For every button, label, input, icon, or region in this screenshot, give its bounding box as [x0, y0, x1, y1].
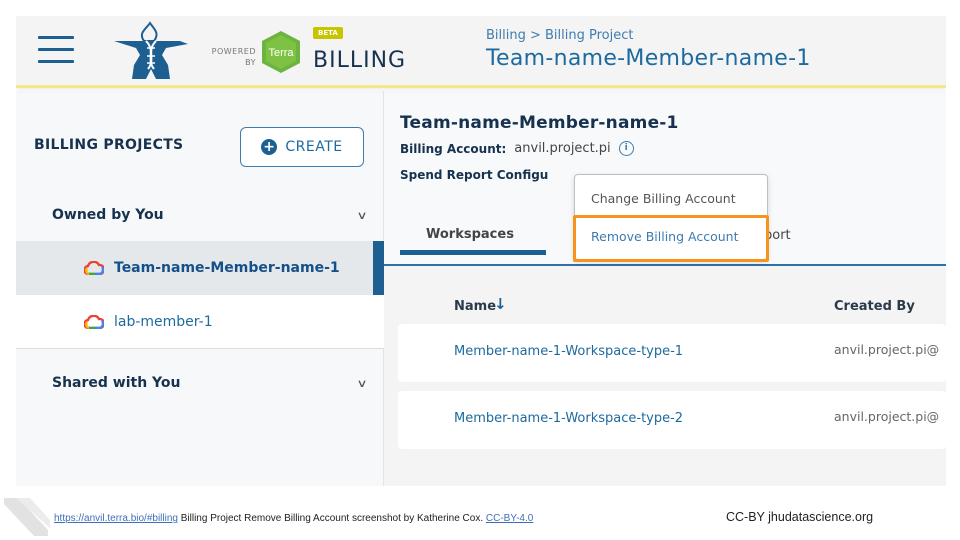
top-header: POWERED BY Terra BETA BILLING Billing > … [16, 16, 946, 88]
create-label: CREATE [285, 139, 343, 155]
tab-workspaces[interactable]: Workspaces [426, 227, 514, 242]
app-window: POWERED BY Terra BETA BILLING Billing > … [16, 16, 946, 486]
table-row: Member-name-1-Workspace-type-2 anvil.pro… [398, 391, 946, 449]
google-cloud-icon [84, 314, 104, 329]
sort-descending-icon[interactable]: ↓ [494, 295, 507, 313]
spend-report-config-label: Spend Report Configu [400, 168, 549, 182]
billing-account-value: anvil.project.pi [514, 141, 611, 156]
project-title: Team-name-Member-name-1 [400, 113, 679, 133]
billing-account-label: Billing Account: [400, 141, 507, 156]
column-header-name[interactable]: Name [454, 299, 496, 314]
footer-caption: https://anvil.terra.bio/#billing Billing… [54, 513, 533, 524]
page-title: Team-name-Member-name-1 [486, 46, 811, 71]
powered-by-label: POWERED BY [204, 46, 256, 68]
terra-logo: Terra [262, 31, 300, 73]
chevron-down-icon[interactable]: ∨ [356, 377, 367, 390]
terra-text: Terra [268, 47, 294, 59]
chevron-down-icon[interactable]: ∨ [356, 209, 367, 222]
by-text: BY [245, 58, 256, 67]
breadcrumb[interactable]: Billing > Billing Project [486, 28, 633, 43]
created-by-value: anvil.project.pi@ [834, 409, 940, 424]
section-shared-with-you[interactable]: Shared with You [52, 375, 181, 391]
footer-credit: CC-BY jhudatascience.org [726, 510, 874, 524]
project-label: Team-name-Member-name-1 [114, 260, 340, 276]
created-by-value: anvil.project.pi@ [834, 342, 940, 357]
anvil-logo[interactable] [110, 21, 192, 83]
sidebar-item-lab-member-1[interactable]: lab-member-1 [16, 295, 384, 349]
sidebar-item-team-name-member-name-1[interactable]: Team-name-Member-name-1 [16, 241, 384, 295]
caption-text: Billing Project Remove Billing Account s… [177, 513, 486, 524]
create-button[interactable]: + CREATE [240, 127, 364, 167]
project-label: lab-member-1 [114, 313, 213, 330]
plus-circle-icon: + [261, 139, 278, 155]
sidebar: BILLING PROJECTS + CREATE Owned by You ∨… [16, 91, 384, 486]
table-row: Member-name-1-Workspace-type-1 anvil.pro… [398, 324, 946, 382]
hamburger-menu-icon[interactable] [38, 36, 74, 64]
google-cloud-icon [84, 261, 104, 275]
license-link[interactable]: CC-BY-4.0 [486, 513, 533, 524]
column-header-created-by[interactable]: Created By [834, 299, 915, 314]
section-owned-by-you[interactable]: Owned by You [52, 207, 164, 223]
app-title: BILLING [313, 48, 407, 73]
jhu-logo-icon [4, 498, 50, 536]
info-icon[interactable]: i [618, 141, 634, 156]
change-billing-account-menu-item[interactable]: Change Billing Account [575, 179, 767, 217]
billing-account-dropdown-menu: Change Billing Account Remove Billing Ac… [574, 174, 768, 260]
beta-badge: BETA [313, 27, 343, 39]
billing-projects-heading: BILLING PROJECTS [34, 137, 184, 153]
workspace-link[interactable]: Member-name-1-Workspace-type-2 [454, 411, 683, 426]
workspace-link[interactable]: Member-name-1-Workspace-type-1 [454, 344, 683, 359]
active-tab-underline [400, 250, 546, 255]
powered-text: POWERED [211, 47, 256, 56]
main-content: Team-name-Member-name-1 Billing Account:… [384, 91, 946, 486]
active-indicator [373, 241, 384, 295]
remove-billing-account-menu-item[interactable]: Remove Billing Account [575, 217, 767, 255]
anvil-billing-link[interactable]: https://anvil.terra.bio/#billing [54, 513, 178, 524]
project-details: Team-name-Member-name-1 Billing Account:… [384, 91, 946, 266]
billing-account-row: Billing Account: anvil.project.pi i [400, 141, 634, 156]
